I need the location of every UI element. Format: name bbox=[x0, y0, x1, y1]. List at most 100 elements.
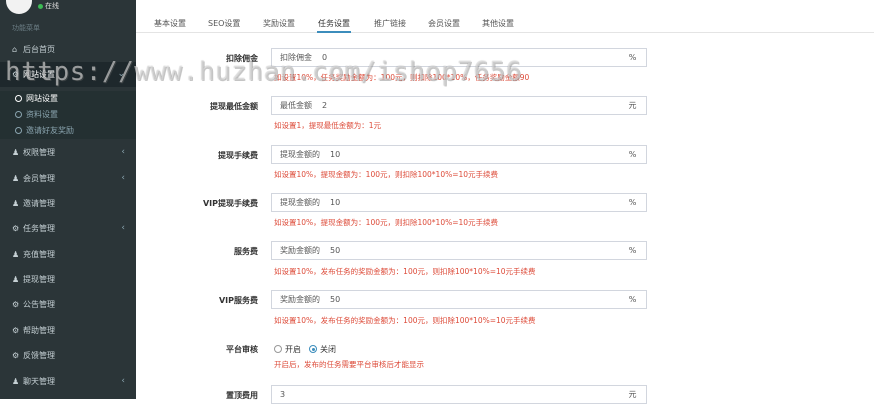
tab-basic-settings[interactable]: 基本设置 bbox=[154, 0, 186, 33]
avatar[interactable] bbox=[6, 0, 32, 14]
input-text[interactable]: 扣除佣金 0 bbox=[272, 49, 620, 66]
sidebar-item-recharge[interactable]: ♟ 充值管理 bbox=[0, 242, 136, 267]
gears-icon: ⚙ bbox=[12, 351, 20, 360]
unit-addon: % bbox=[619, 242, 646, 259]
tab-member-settings[interactable]: 会员设置 bbox=[428, 0, 460, 33]
submenu: 网站设置 资料设置 邀请好友奖励 bbox=[0, 91, 136, 139]
users-icon: ♟ bbox=[12, 174, 20, 183]
sidebar-item-label: 后台首页 bbox=[23, 45, 55, 54]
field-hint: 如设置1，提现最低金额为：1元 bbox=[274, 121, 382, 130]
submenu-item-site-settings[interactable]: 网站设置 bbox=[0, 91, 136, 107]
gears-icon: ⚙ bbox=[12, 224, 20, 233]
submenu-item-profile-settings[interactable]: 资料设置 bbox=[0, 107, 136, 123]
gears-icon: ⚙ bbox=[12, 70, 20, 79]
online-status: 在线 bbox=[45, 2, 59, 10]
audit-option-on[interactable]: 开启 bbox=[274, 345, 301, 354]
field-label: 提现最低金额 bbox=[210, 102, 258, 111]
field-hint: 开启后，发布的任务需要平台审核后才能显示 bbox=[274, 360, 424, 369]
sidebar-item-label: 任务管理 bbox=[23, 224, 55, 233]
sidebar-item-withdraw[interactable]: ♟ 提现管理 bbox=[0, 267, 136, 292]
circle-icon bbox=[15, 95, 22, 102]
sidebar-item-label: 会员管理 bbox=[23, 174, 55, 183]
top-fee-field[interactable]: 3 元 bbox=[271, 385, 647, 404]
sidebar-item-label: 公告管理 bbox=[23, 300, 55, 309]
chevron-down-icon: ⌄ bbox=[117, 69, 125, 79]
input-text[interactable]: 奖励金额的 50 bbox=[272, 242, 620, 259]
tab-bar: 基本设置 SEO设置 奖励设置 任务设置 推广链接 会员设置 其他设置 bbox=[136, 0, 874, 33]
input-text[interactable]: 提现金额的 10 bbox=[272, 146, 620, 163]
withdraw-fee-field[interactable]: 提现金额的 10 % bbox=[271, 145, 647, 164]
input-text[interactable]: 提现金额的 10 bbox=[272, 194, 620, 211]
submenu-item-label: 资料设置 bbox=[26, 110, 58, 119]
sidebar-item-label: 帮助管理 bbox=[23, 326, 55, 335]
tab-task-settings[interactable]: 任务设置 bbox=[317, 0, 351, 33]
user-circle-icon bbox=[15, 127, 22, 134]
vip-withdraw-fee-field[interactable]: 提现金额的 10 % bbox=[271, 193, 647, 212]
sidebar-item-feedback[interactable]: ⚙ 反馈管理 bbox=[0, 343, 136, 368]
tab-promo-links[interactable]: 推广链接 bbox=[374, 0, 406, 33]
field-hint: 如设置10%，任务奖励金额为：100元，则扣除100*10%，任务奖励金额90 bbox=[274, 73, 530, 82]
field-label: 置顶费用 bbox=[226, 391, 258, 400]
tab-other-settings[interactable]: 其他设置 bbox=[482, 0, 514, 33]
vip-service-fee-field[interactable]: 奖励金额的 50 % bbox=[271, 290, 647, 309]
home-icon: ⌂ bbox=[12, 45, 18, 54]
user-panel: 在线 bbox=[0, 0, 136, 22]
unit-addon: % bbox=[619, 291, 646, 308]
field-label: 服务费 bbox=[234, 247, 258, 256]
sidebar-item-site-settings[interactable]: ⚙ 网站设置 ⌄ bbox=[0, 62, 136, 87]
tab-seo-settings[interactable]: SEO设置 bbox=[208, 0, 240, 33]
submenu-item-invite-reward[interactable]: 邀请好友奖励 bbox=[0, 123, 136, 139]
input-text[interactable]: 3 bbox=[272, 386, 620, 403]
unit-addon: % bbox=[619, 146, 646, 163]
field-label: VIP提现手续费 bbox=[202, 199, 258, 208]
sidebar-item-label: 充值管理 bbox=[23, 250, 55, 259]
users-icon: ♟ bbox=[12, 250, 20, 259]
users-icon: ♟ bbox=[12, 377, 20, 386]
sidebar-item-permissions[interactable]: ♟ 权限管理 ‹ bbox=[0, 140, 136, 165]
sidebar-item-label: 网站设置 bbox=[23, 70, 55, 79]
unit-addon: 元 bbox=[619, 97, 646, 114]
sidebar-item-home[interactable]: ⌂ 后台首页 bbox=[0, 37, 136, 62]
sidebar-item-tasks[interactable]: ⚙ 任务管理 ‹ bbox=[0, 216, 136, 241]
field-label: 扣除佣金 bbox=[226, 54, 258, 63]
unit-addon: % bbox=[619, 194, 646, 211]
submenu-item-label: 邀请好友奖励 bbox=[26, 126, 74, 135]
unit-addon: % bbox=[619, 49, 646, 66]
sidebar-section-title: 功能菜单 bbox=[12, 24, 40, 32]
field-hint: 如设置10%，发布任务的奖励金额为：100元，则扣除100*10%=10元手续费 bbox=[274, 267, 536, 276]
radio-unchecked-icon[interactable] bbox=[274, 345, 282, 353]
sidebar-item-chat[interactable]: ♟ 聊天管理 ‹ bbox=[0, 369, 136, 394]
input-text[interactable]: 最低金额 2 bbox=[272, 97, 620, 114]
online-status-icon bbox=[38, 4, 43, 9]
radio-checked-icon[interactable] bbox=[309, 345, 317, 353]
field-label: VIP服务费 bbox=[218, 296, 258, 305]
commission-deduction-field[interactable]: 扣除佣金 0 % bbox=[271, 48, 647, 67]
users-icon: ♟ bbox=[12, 148, 20, 157]
service-fee-field[interactable]: 奖励金额的 50 % bbox=[271, 241, 647, 260]
sidebar-item-label: 聊天管理 bbox=[23, 377, 55, 386]
main-content: 基本设置 SEO设置 奖励设置 任务设置 推广链接 会员设置 其他设置 扣除佣金… bbox=[136, 0, 874, 404]
audit-option-off[interactable]: 关闭 bbox=[309, 345, 336, 354]
sidebar-item-label: 权限管理 bbox=[23, 148, 55, 157]
field-hint: 如设置10%，发布任务的奖励金额为：100元，则扣除100*10%=10元手续费 bbox=[274, 316, 536, 325]
gears-icon: ⚙ bbox=[12, 300, 20, 309]
tab-reward-settings[interactable]: 奖励设置 bbox=[263, 0, 295, 33]
sidebar-item-members[interactable]: ♟ 会员管理 ‹ bbox=[0, 166, 136, 191]
chevron-left-icon: ‹ bbox=[121, 376, 125, 386]
sidebar-item-announcements[interactable]: ⚙ 公告管理 bbox=[0, 292, 136, 317]
sidebar-item-invites[interactable]: ♟ 邀请管理 bbox=[0, 191, 136, 216]
chevron-left-icon: ‹ bbox=[121, 147, 125, 157]
audit-radio-group: 开启 关闭 bbox=[274, 344, 336, 355]
field-label: 平台审核 bbox=[226, 345, 258, 354]
submenu-item-label: 网站设置 bbox=[26, 94, 58, 103]
min-withdraw-field[interactable]: 最低金额 2 元 bbox=[271, 96, 647, 115]
users-icon: ♟ bbox=[12, 275, 20, 284]
sidebar-item-label: 提现管理 bbox=[23, 275, 55, 284]
circle-icon bbox=[15, 111, 22, 118]
sidebar-item-help[interactable]: ⚙ 帮助管理 bbox=[0, 318, 136, 343]
chevron-left-icon: ‹ bbox=[121, 223, 125, 233]
unit-addon: 元 bbox=[619, 386, 646, 403]
field-label: 提现手续费 bbox=[218, 151, 258, 160]
gears-icon: ⚙ bbox=[12, 326, 20, 335]
input-text[interactable]: 奖励金额的 50 bbox=[272, 291, 620, 308]
